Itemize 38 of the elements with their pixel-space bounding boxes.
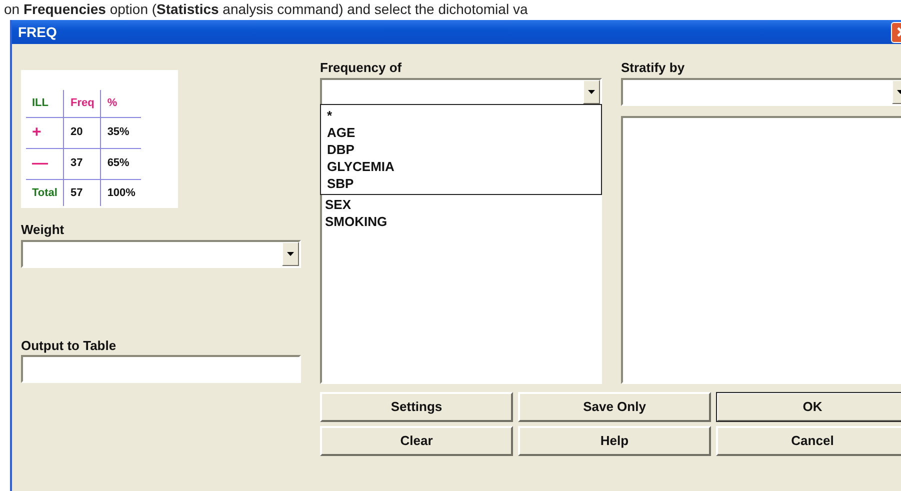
stratify-dropdown[interactable] <box>621 78 901 106</box>
dialog-button[interactable]: Help <box>518 426 711 456</box>
dialog-button[interactable]: Save Only <box>518 392 711 422</box>
dropdown-arrow-icon <box>287 252 294 256</box>
table-cell: 20 <box>64 117 101 148</box>
document-caption: on Frequencies option (Statistics analysis command) and select the dichotomial va <box>3 0 529 19</box>
menu-item[interactable]: * <box>324 106 598 124</box>
dialog-button[interactable]: OK <box>716 392 901 422</box>
table-cell: 57 <box>64 179 101 206</box>
weight-dropdown[interactable] <box>21 240 301 268</box>
list-item[interactable]: SMOKING <box>322 212 600 230</box>
table-name-field[interactable] <box>21 355 301 383</box>
dialog-button[interactable]: Cancel <box>716 426 901 456</box>
dropdown-arrow-icon <box>588 90 595 94</box>
field-label: Frequency of <box>320 60 402 76</box>
table-cell: 100% <box>100 179 142 206</box>
frequency-dropdown[interactable] <box>320 78 602 106</box>
field-label: Stratify by <box>621 60 685 76</box>
table-cell: 37 <box>64 148 101 179</box>
list-item[interactable]: SEX <box>322 196 600 212</box>
dropdown-menu[interactable]: * AGE DBP GLYCEMIA SBP <box>320 104 602 194</box>
window-title: FREQ <box>17 22 57 42</box>
table-cell: 35% <box>100 117 142 148</box>
table-cell: + <box>26 117 64 148</box>
menu-item[interactable]: AGE <box>324 124 598 140</box>
field-label: Output to Table <box>21 338 116 354</box>
table-cell: Freq <box>64 90 101 117</box>
table-cell: % <box>100 90 142 117</box>
table-cell: Total <box>26 179 64 206</box>
table-cell: 65% <box>100 148 142 179</box>
dialog-button[interactable]: Settings <box>320 392 513 422</box>
menu-item[interactable]: GLYCEMIA <box>324 158 598 174</box>
menu-item[interactable]: SBP <box>324 174 598 192</box>
table-cell: ILL <box>26 90 64 117</box>
dialog-button[interactable]: Clear <box>320 426 513 456</box>
table-cell: — <box>26 148 64 179</box>
menu-item[interactable]: DBP <box>324 140 598 158</box>
field-label: Weight <box>21 222 64 238</box>
